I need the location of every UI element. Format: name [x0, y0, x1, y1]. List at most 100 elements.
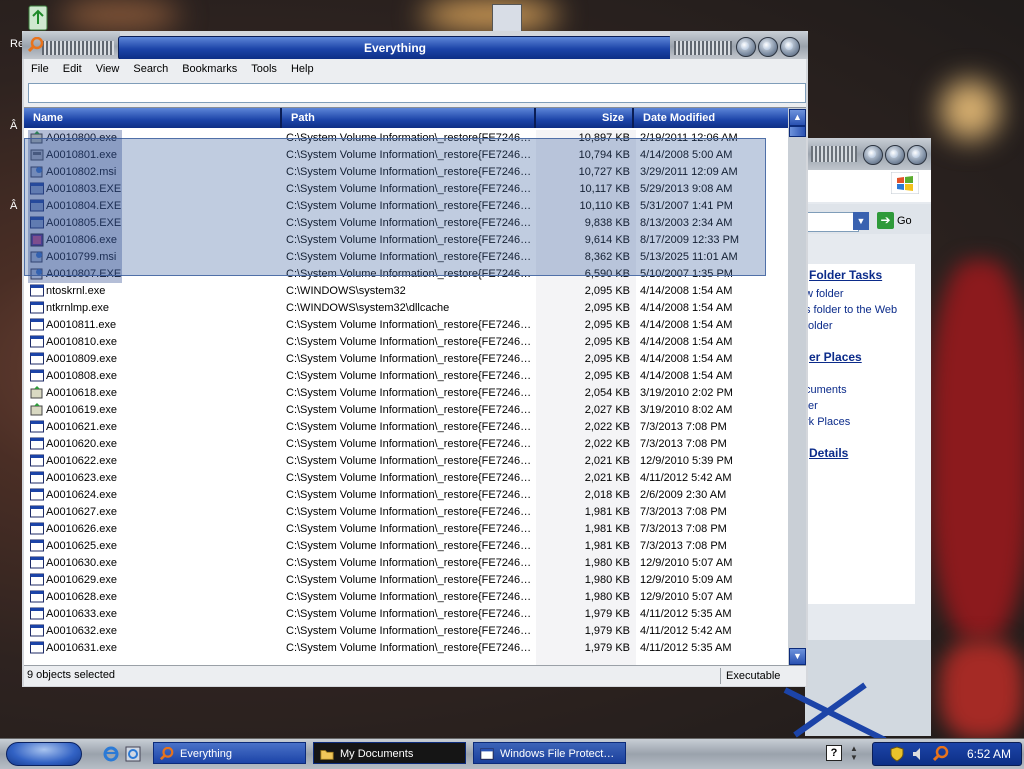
- table-row[interactable]: A0010804.EXE C:\System Volume Information…: [24, 198, 788, 215]
- scroll-thumb[interactable]: [789, 126, 806, 137]
- table-row[interactable]: A0010631.exe C:\System Volume Information…: [24, 640, 788, 657]
- close-button[interactable]: [780, 37, 800, 57]
- maximize-button[interactable]: [758, 37, 778, 57]
- security-shield-icon[interactable]: [889, 746, 905, 762]
- table-row[interactable]: A0010802.msi C:\System Volume Information…: [24, 164, 788, 181]
- table-row[interactable]: A0010808.exe C:\System Volume Information…: [24, 368, 788, 385]
- table-row[interactable]: A0010621.exe C:\System Volume Information…: [24, 419, 788, 436]
- file-path-cell: C:\System Volume Information\_restore{FE…: [286, 523, 532, 535]
- file-path-cell: C:\System Volume Information\_restore{FE…: [286, 268, 532, 280]
- table-row[interactable]: A0010625.exe C:\System Volume Information…: [24, 538, 788, 555]
- table-row[interactable]: A0010622.exe C:\System Volume Information…: [24, 453, 788, 470]
- table-row[interactable]: A0010807.EXE C:\System Volume Information…: [24, 266, 788, 283]
- menu-view[interactable]: View: [89, 59, 127, 79]
- column-path[interactable]: Path: [282, 108, 536, 128]
- table-row[interactable]: A0010799.msi C:\System Volume Information…: [24, 249, 788, 266]
- table-row[interactable]: A0010628.exe C:\System Volume Information…: [24, 589, 788, 606]
- search-input[interactable]: [28, 83, 806, 103]
- file-name-cell: A0010809.exe: [46, 353, 117, 365]
- close-button[interactable]: [907, 145, 927, 165]
- table-row[interactable]: ntkrnlmp.exe C:\WINDOWS\system32\dllcache…: [24, 300, 788, 317]
- menu-search[interactable]: Search: [126, 59, 175, 79]
- file-date-cell: 8/13/2003 2:34 AM: [640, 217, 733, 229]
- table-row[interactable]: A0010805.EXE C:\System Volume Information…: [24, 215, 788, 232]
- table-row[interactable]: A0010803.EXE C:\System Volume Information…: [24, 181, 788, 198]
- column-size[interactable]: Size: [536, 108, 634, 128]
- browser-quicklaunch-icon[interactable]: [124, 745, 142, 763]
- exe-icon: [30, 335, 44, 349]
- everything-titlebar[interactable]: Everything: [22, 31, 808, 60]
- minimize-button[interactable]: [863, 145, 883, 165]
- clock[interactable]: 6:52 AM: [967, 743, 1011, 765]
- menu-bookmarks[interactable]: Bookmarks: [175, 59, 244, 79]
- exe-icon: [30, 573, 44, 587]
- table-row[interactable]: A0010630.exe C:\System Volume Information…: [24, 555, 788, 572]
- folder-icon: [320, 750, 334, 760]
- explorer-titlebar[interactable]: [805, 138, 931, 170]
- file-name-cell: ntkrnlmp.exe: [46, 302, 109, 314]
- everything-window[interactable]: Everything File Edit View Search Bookmar…: [22, 31, 808, 687]
- table-row[interactable]: A0010806.exe C:\System Volume Information…: [24, 232, 788, 249]
- taskbar-button-everything[interactable]: Everything: [153, 742, 306, 764]
- maximize-button[interactable]: [885, 145, 905, 165]
- column-date-modified[interactable]: Date Modified: [634, 108, 788, 128]
- exe-icon: [30, 641, 44, 655]
- explorer-window[interactable]: ▼ ➔ Go Folder Tasks w folder s folder to…: [783, 138, 931, 743]
- table-row[interactable]: A0010624.exe C:\System Volume Information…: [24, 487, 788, 504]
- internet-explorer-icon[interactable]: [102, 745, 120, 763]
- tray-expand-icon[interactable]: ▲ ▼: [850, 744, 858, 762]
- taskbar-button-my-documents[interactable]: My Documents: [313, 742, 466, 764]
- table-row[interactable]: A0010809.exe C:\System Volume Information…: [24, 351, 788, 368]
- table-row[interactable]: A0010619.exe C:\System Volume Information…: [24, 402, 788, 419]
- table-row[interactable]: A0010633.exe C:\System Volume Information…: [24, 606, 788, 623]
- table-row[interactable]: A0010627.exe C:\System Volume Information…: [24, 504, 788, 521]
- menu-edit[interactable]: Edit: [56, 59, 89, 79]
- exe-icon: [30, 420, 44, 434]
- address-dropdown[interactable]: ▼: [853, 212, 869, 230]
- file-size-cell: 1,981 KB: [584, 523, 630, 535]
- table-row[interactable]: A0010620.exe C:\System Volume Information…: [24, 436, 788, 453]
- menu-tools[interactable]: Tools: [244, 59, 284, 79]
- volume-icon[interactable]: [911, 746, 927, 762]
- window-icon: [30, 182, 44, 196]
- minimize-button[interactable]: [736, 37, 756, 57]
- folder-tasks-heading[interactable]: Folder Tasks: [809, 268, 882, 282]
- table-row[interactable]: A0010618.exe C:\System Volume Information…: [24, 385, 788, 402]
- table-row[interactable]: A0010800.exe C:\System Volume Information…: [24, 130, 788, 147]
- window-icon: [30, 216, 44, 230]
- table-row[interactable]: A0010632.exe C:\System Volume Information…: [24, 623, 788, 640]
- menu-help[interactable]: Help: [284, 59, 321, 79]
- column-name[interactable]: Name: [24, 108, 282, 128]
- scroll-down-arrow-icon[interactable]: ▼: [789, 648, 806, 665]
- taskbar-button-windows-file-protection[interactable]: Windows File Protect…: [473, 742, 626, 764]
- table-row[interactable]: A0010626.exe C:\System Volume Information…: [24, 521, 788, 538]
- results-list[interactable]: Name Path Size Date Modified A0010800.ex…: [24, 107, 806, 666]
- file-name-cell: A0010622.exe: [46, 455, 117, 467]
- table-row[interactable]: A0010801.exe C:\System Volume Information…: [24, 147, 788, 164]
- place-network[interactable]: rk Places: [805, 416, 850, 428]
- table-row[interactable]: A0010811.exe C:\System Volume Information…: [24, 317, 788, 334]
- address-input[interactable]: [805, 212, 859, 232]
- start-button[interactable]: [6, 742, 82, 766]
- table-row[interactable]: A0010810.exe C:\System Volume Information…: [24, 334, 788, 351]
- task-share-folder[interactable]: folder: [805, 320, 833, 332]
- scroll-up-arrow-icon[interactable]: ▲: [789, 109, 806, 126]
- task-new-folder[interactable]: w folder: [805, 288, 844, 300]
- file-size-cell: 2,095 KB: [584, 302, 630, 314]
- menu-file[interactable]: File: [24, 59, 56, 79]
- help-icon[interactable]: ?: [826, 745, 842, 761]
- task-publish-folder[interactable]: s folder to the Web: [805, 304, 897, 316]
- other-places-heading[interactable]: er Places: [809, 350, 862, 364]
- file-date-cell: 7/3/2013 7:08 PM: [640, 421, 727, 433]
- vertical-scrollbar[interactable]: ▲ ▼: [788, 108, 806, 666]
- file-name-cell: A0010629.exe: [46, 574, 117, 586]
- everything-tray-icon[interactable]: [933, 746, 949, 762]
- table-row[interactable]: A0010623.exe C:\System Volume Information…: [24, 470, 788, 487]
- details-heading[interactable]: Details: [809, 446, 848, 460]
- go-button[interactable]: ➔ Go: [877, 212, 912, 229]
- shortcut-icon[interactable]: [492, 4, 522, 34]
- file-date-cell: 3/19/2010 8:02 AM: [640, 404, 733, 416]
- table-row[interactable]: ntoskrnl.exe C:\WINDOWS\system32 2,095 KB 4…: [24, 283, 788, 300]
- place-documents[interactable]: cuments: [805, 384, 847, 396]
- table-row[interactable]: A0010629.exe C:\System Volume Information…: [24, 572, 788, 589]
